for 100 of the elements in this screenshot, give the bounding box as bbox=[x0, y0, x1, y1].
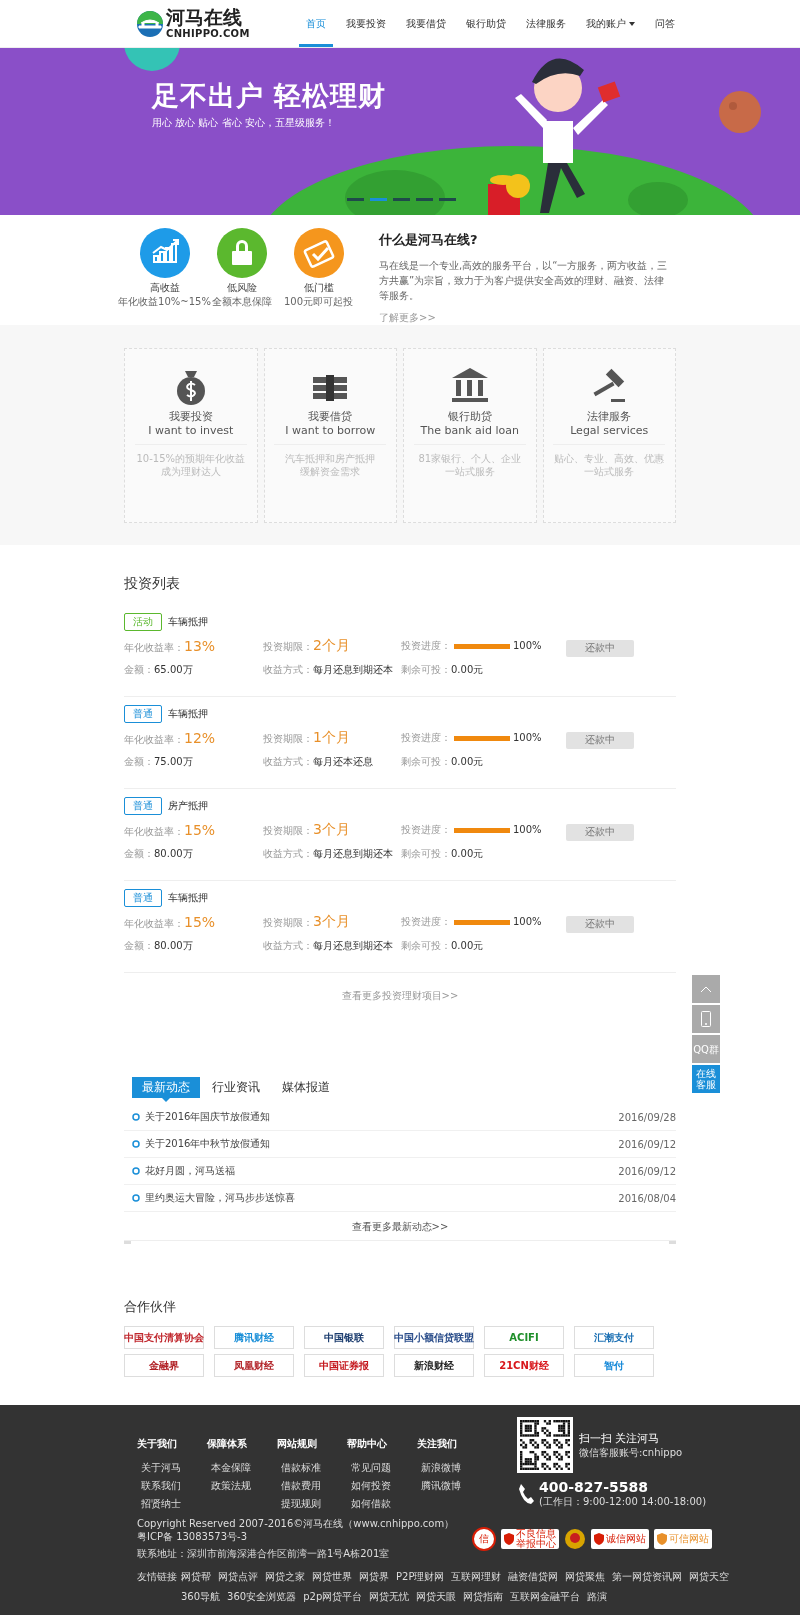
partner-logo[interactable]: ACIFI bbox=[484, 1326, 564, 1349]
friend-link[interactable]: 网贷点评 bbox=[218, 1570, 258, 1584]
term-value: 1个月 bbox=[313, 729, 350, 748]
slide-indicator[interactable] bbox=[370, 198, 387, 201]
more-news-link[interactable]: 查看更多最新动态>> bbox=[124, 1220, 676, 1234]
progress-value: 100% bbox=[513, 640, 542, 652]
product-tag: 活动 bbox=[124, 613, 162, 631]
back-to-top-button[interactable] bbox=[692, 975, 720, 1003]
field-label: 投资进度： bbox=[401, 823, 451, 838]
field-label: 金额： bbox=[124, 662, 154, 677]
friend-link[interactable]: 路演 bbox=[587, 1590, 608, 1604]
partner-logo[interactable]: 中国证券报 bbox=[304, 1354, 384, 1377]
news-date: 2016/09/12 bbox=[618, 1138, 676, 1150]
news-tab[interactable]: 媒体报道 bbox=[272, 1077, 340, 1098]
term-value: 3个月 bbox=[313, 913, 350, 932]
friend-link[interactable]: 互联网理财 bbox=[451, 1570, 502, 1584]
bullet-icon bbox=[132, 1113, 140, 1121]
friend-link[interactable]: 网贷世界 bbox=[312, 1570, 352, 1584]
smartphone-icon bbox=[701, 1011, 711, 1027]
footer-link[interactable]: 如何投资 bbox=[347, 1479, 417, 1493]
field-label: 金额： bbox=[124, 938, 154, 953]
slide-indicator[interactable] bbox=[439, 198, 456, 201]
news-title[interactable]: 关于2016年中秋节放假通知 bbox=[145, 1137, 619, 1151]
footer-link[interactable]: 本金保障 bbox=[207, 1461, 277, 1475]
friend-link[interactable]: 互联网金融平台 bbox=[510, 1590, 581, 1604]
news-title[interactable]: 花好月圆，河马送福 bbox=[145, 1164, 619, 1178]
footer-link[interactable]: 借款费用 bbox=[277, 1479, 347, 1493]
footer-heading: 保障体系 bbox=[207, 1437, 248, 1451]
annual-rate: 13% bbox=[184, 637, 216, 654]
footer-link[interactable]: 招贤纳士 bbox=[137, 1497, 207, 1511]
friend-link[interactable]: 网贷帮 bbox=[181, 1570, 211, 1584]
partner-logo[interactable]: 智付 bbox=[574, 1354, 654, 1377]
remaining-value: 0.00元 bbox=[451, 754, 484, 769]
news-date: 2016/09/28 bbox=[618, 1111, 676, 1123]
slide-indicator[interactable] bbox=[393, 198, 410, 201]
friend-link[interactable]: 网贷天眼 bbox=[416, 1590, 457, 1604]
mobile-button[interactable] bbox=[692, 1005, 720, 1033]
address-text: 联系地址：深圳市前海深港合作区前湾一路1号A栋201室 bbox=[137, 1547, 391, 1560]
progress-value: 100% bbox=[513, 824, 542, 836]
feature-title: 低门槛 bbox=[303, 281, 334, 295]
nav-link[interactable]: 我要投资 bbox=[339, 0, 393, 47]
footer-link[interactable]: 提现规则 bbox=[277, 1497, 347, 1511]
friend-link[interactable]: 360导航 bbox=[181, 1590, 221, 1604]
friend-link[interactable]: 网贷聚焦 bbox=[565, 1570, 606, 1584]
friend-link[interactable]: p2p网贷平台 bbox=[303, 1590, 363, 1604]
partner-logo[interactable]: 金融界 bbox=[124, 1354, 204, 1377]
partner-logo[interactable]: 中国小额信贷联盟 bbox=[394, 1326, 474, 1349]
friend-link[interactable]: 网贷无忧 bbox=[369, 1590, 410, 1604]
nav-link[interactable]: 我要借贷 bbox=[399, 0, 453, 47]
partner-logo[interactable]: 21CN财经 bbox=[484, 1354, 564, 1377]
service-subtitle: I want to invest bbox=[148, 424, 234, 437]
friend-link[interactable]: 网贷天空 bbox=[689, 1570, 730, 1584]
slide-indicator[interactable] bbox=[416, 198, 433, 201]
partner-logo[interactable]: 中国银联 bbox=[304, 1326, 384, 1349]
remaining-value: 0.00元 bbox=[451, 846, 484, 861]
footer-link[interactable]: 借款标准 bbox=[277, 1461, 347, 1475]
nav-link[interactable]: 我的账户 bbox=[579, 0, 642, 47]
footer-link[interactable]: 腾讯微博 bbox=[417, 1479, 487, 1493]
friend-link[interactable]: 网贷指南 bbox=[463, 1590, 504, 1604]
news-title[interactable]: 里约奥运大冒险，河马步步送惊喜 bbox=[145, 1191, 619, 1205]
news-tab[interactable]: 行业资讯 bbox=[202, 1077, 270, 1098]
field-label: 年化收益率： bbox=[124, 732, 184, 747]
nav-link[interactable]: 银行助贷 bbox=[459, 0, 513, 47]
footer-heading: 关于我们 bbox=[137, 1437, 178, 1451]
news-title[interactable]: 关于2016年国庆节放假通知 bbox=[145, 1110, 619, 1124]
footer-link[interactable]: 如何借款 bbox=[347, 1497, 417, 1511]
field-label: 收益方式： bbox=[263, 846, 313, 861]
trust-seal[interactable]: 信 bbox=[472, 1526, 496, 1551]
partner-logo[interactable]: 新浪财经 bbox=[394, 1354, 474, 1377]
certification-badge[interactable]: 诚信网站 bbox=[591, 1528, 649, 1549]
footer-link[interactable]: 新浪微博 bbox=[417, 1461, 487, 1475]
annual-rate: 12% bbox=[184, 729, 216, 746]
footer-link[interactable]: 联系我们 bbox=[137, 1479, 207, 1493]
feature-title: 高收益 bbox=[149, 281, 180, 295]
friend-link[interactable]: 网贷界 bbox=[359, 1570, 389, 1584]
footer-link[interactable]: 常见问题 bbox=[347, 1461, 417, 1475]
emblem-icon[interactable] bbox=[564, 1526, 586, 1551]
certification-badge[interactable]: 不良信息举报中心 bbox=[501, 1528, 559, 1549]
friend-link[interactable]: 第一网贷资讯网 bbox=[612, 1570, 683, 1584]
partner-logo[interactable]: 中国支付清算协会 bbox=[124, 1326, 204, 1349]
footer-link[interactable]: 政策法规 bbox=[207, 1479, 277, 1493]
section-title: 投资列表 bbox=[124, 575, 181, 593]
nav-link[interactable]: 法律服务 bbox=[519, 0, 573, 47]
friend-link[interactable]: P2P理财网 bbox=[396, 1570, 445, 1584]
feature-caption: 全额本息保障 bbox=[211, 295, 272, 309]
nav-link[interactable]: 问答 bbox=[648, 0, 682, 47]
footer-link[interactable]: 关于河马 bbox=[137, 1461, 207, 1475]
service-subtitle: The bank aid loan bbox=[420, 424, 519, 437]
partner-logo[interactable]: 汇潮支付 bbox=[574, 1326, 654, 1349]
slide-indicator[interactable] bbox=[347, 198, 364, 201]
product-tag: 普通 bbox=[124, 705, 162, 723]
online-service-button[interactable]: 在线客服 bbox=[692, 1065, 720, 1093]
friend-link[interactable]: 网贷之家 bbox=[265, 1570, 305, 1584]
friend-link[interactable]: 360安全浏览器 bbox=[227, 1590, 297, 1604]
field-label: 收益方式： bbox=[263, 938, 313, 953]
remaining-value: 0.00元 bbox=[451, 938, 484, 953]
partner-logo[interactable]: 腾讯财经 bbox=[214, 1326, 294, 1349]
feature-caption: 年化收益10%~15% bbox=[118, 295, 211, 309]
friend-link[interactable]: 融资借贷网 bbox=[508, 1570, 559, 1584]
partner-logo[interactable]: 凤凰财经 bbox=[214, 1354, 294, 1377]
